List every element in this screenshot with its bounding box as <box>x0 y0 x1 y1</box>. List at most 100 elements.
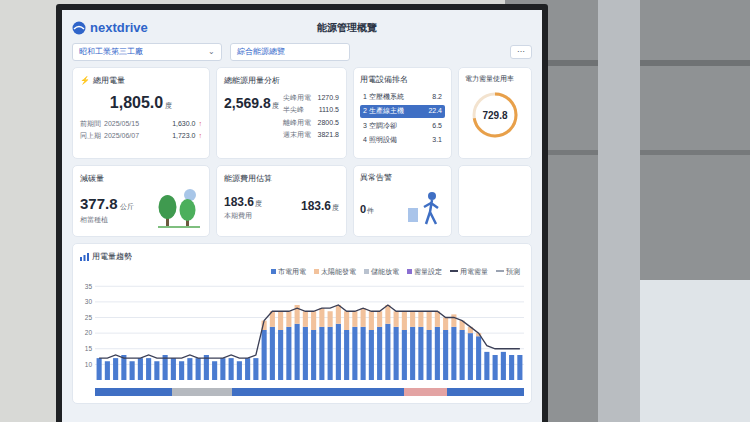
solar-bar <box>179 361 184 362</box>
grid-bar <box>146 358 151 380</box>
analysis-label: 半尖峰 <box>283 105 304 116</box>
chart-header: 用電量趨勢 <box>80 251 524 263</box>
site-select[interactable]: 昭和工業第三工廠 ⌄ <box>72 43 222 61</box>
carbon-value-row: 377.8 公斤 <box>80 193 156 216</box>
legend-item[interactable]: 太陽能發電 <box>314 267 356 277</box>
cost-sub: 本期費用 <box>224 211 262 222</box>
tree-icon <box>156 185 202 229</box>
compare-value: 1,723.0 <box>172 131 195 142</box>
solar-bar <box>187 358 192 359</box>
analysis-row: 離峰用電2800.5 <box>283 118 339 129</box>
grid-bar <box>187 358 192 380</box>
legend-item[interactable]: 預測 <box>496 267 520 277</box>
solar-bar <box>130 361 135 362</box>
solar-bar <box>204 355 209 356</box>
gauge-track <box>474 94 516 136</box>
card-title: 用電設備排名 <box>360 74 445 86</box>
grid-bar <box>179 362 184 381</box>
grid-bar <box>253 358 258 380</box>
solar-bar <box>105 361 110 362</box>
legend-swatch <box>450 270 458 272</box>
analysis-value: 2800.5 <box>318 118 339 129</box>
usage-rows: 前期間2025/05/151,630.0↑同上期2025/06/071,723.… <box>80 119 202 142</box>
grid-bar <box>262 330 267 380</box>
grid-bar <box>154 362 159 381</box>
view-select[interactable]: 綜合能源總覽 <box>230 43 350 61</box>
y-tick: 20 <box>85 329 92 337</box>
chart-card: 用電量趨勢 市電用電太陽能發電儲能放電需量設定用電需量預測 3530252015… <box>72 243 532 405</box>
grid-bar <box>113 358 118 380</box>
menu-button[interactable]: ⋯ <box>510 45 532 59</box>
card-header: ⚡ 總用電量 <box>80 75 202 87</box>
ranking-label: 3 空調冷卻 <box>363 121 397 132</box>
grid-bar <box>443 330 448 380</box>
grid-bar <box>517 355 522 380</box>
alarm-card: 異常告警 0 件 <box>353 165 452 237</box>
solar-bar <box>253 358 258 359</box>
solar-bar <box>394 312 399 328</box>
grid-bar <box>410 327 415 380</box>
analysis-row: 尖峰用電 1270.9 <box>283 93 339 104</box>
chart-title: 用電量趨勢 <box>92 251 132 263</box>
timeline-segment[interactable] <box>447 388 524 396</box>
usage-compare-row: 同上期2025/06/071,723.0↑ <box>80 131 202 142</box>
analysis-unit: 度 <box>272 101 279 112</box>
usage-value: 1,805.0 <box>110 91 163 115</box>
timeline-segment[interactable] <box>404 388 447 396</box>
site-select-value: 昭和工業第三工廠 <box>79 46 143 58</box>
solar-bar <box>517 355 522 356</box>
legend-swatch <box>496 270 504 272</box>
grid-line <box>95 286 524 287</box>
analysis-label: 尖峰用電 <box>283 93 311 104</box>
pillar <box>598 0 640 422</box>
grid-bar <box>493 355 498 380</box>
y-axis: 353025201510 <box>80 280 92 380</box>
ranking-row[interactable]: 4 照明設備3.1 <box>360 134 445 147</box>
chart-icon <box>80 253 89 261</box>
cost-unit: 度 <box>255 199 262 210</box>
chart-legend: 市電用電太陽能發電儲能放電需量設定 用電需量預測 <box>80 267 524 277</box>
legend-item[interactable]: 儲能放電 <box>364 267 399 277</box>
solar-bar <box>484 352 489 353</box>
legend-swatch <box>407 269 412 274</box>
analysis-value: 1270.9 <box>318 93 339 104</box>
grid-bar <box>394 327 399 380</box>
legend-label: 用電需量 <box>460 267 488 277</box>
analysis-row: 週末用電3821.8 <box>283 130 339 141</box>
timeline-segment[interactable] <box>172 388 232 396</box>
logo[interactable]: nextdrive <box>72 18 222 38</box>
carbon-card: 減碳量 377.8 公斤 相當種植 <box>72 165 210 237</box>
timeline-segment[interactable] <box>95 388 172 396</box>
card-row: 減碳量 377.8 公斤 相當種植 <box>72 165 532 237</box>
legend-item[interactable]: 市電用電 <box>271 267 306 277</box>
grid-bar <box>97 358 102 380</box>
grid-bar <box>245 358 250 380</box>
grid-bar <box>278 330 283 380</box>
solar-bar <box>427 312 432 331</box>
legend-swatch <box>271 269 276 274</box>
legend-item[interactable]: 用電需量 <box>450 267 488 277</box>
ranking-row[interactable]: 2 生產線主機22.4 <box>360 105 445 118</box>
ranking-row[interactable]: 1 空壓機系統8.2 <box>360 91 445 104</box>
grid-bar <box>369 330 374 380</box>
ranking-label: 2 生產線主機 <box>363 106 404 117</box>
grid-bar <box>237 362 242 381</box>
grid-line <box>95 317 524 318</box>
cost-value-row: 183.6 度 <box>224 193 262 211</box>
analysis-card: 總能源用量分析 2,569.8 度 尖峰用電1270.9半尖峰1110.5離峰用… <box>216 67 347 159</box>
solar-bar <box>278 312 283 331</box>
timeline <box>95 388 524 396</box>
timeline-segment[interactable] <box>232 388 404 396</box>
ranking-row[interactable]: 3 空調冷卻6.5 <box>360 120 445 133</box>
timeline-fill <box>95 388 172 396</box>
grid-bar <box>460 330 465 380</box>
card-title: 總能源用量分析 <box>224 75 339 87</box>
y-tick: 15 <box>85 345 92 353</box>
legend-item[interactable]: 需量設定 <box>407 267 442 277</box>
grid-bar <box>138 358 143 380</box>
compare-value: 1,630.0 <box>172 119 195 130</box>
analysis-value-row: 2,569.8 度 <box>224 93 279 141</box>
cost-value: 183.6 <box>224 193 254 211</box>
plot-svg <box>95 280 524 380</box>
header-controls: 昭和工業第三工廠 ⌄ 綜合能源總覽 ⋯ <box>72 43 532 61</box>
